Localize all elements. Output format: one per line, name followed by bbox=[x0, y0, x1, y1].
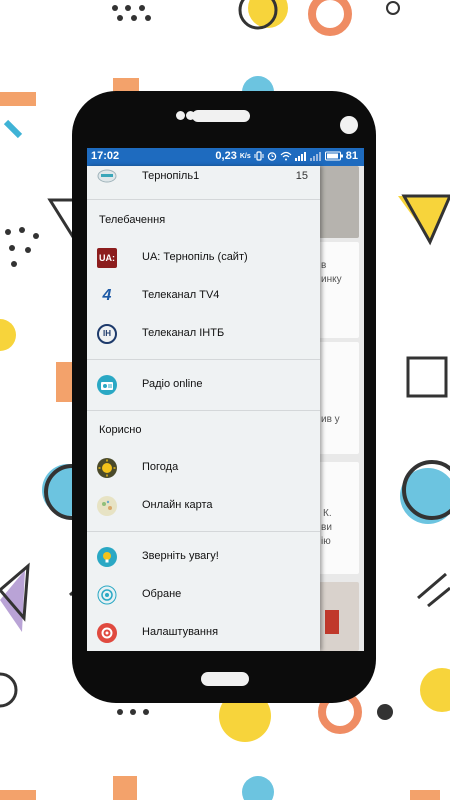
status-net-speed: 0,23 bbox=[215, 150, 237, 162]
drawer-item-label: Обране bbox=[142, 588, 182, 600]
settings-icon bbox=[97, 623, 117, 643]
lightbulb-icon bbox=[97, 547, 117, 567]
feed-card-text: К. bbox=[323, 508, 332, 519]
drawer-item-tv4[interactable]: 4 Телеканал TV4 bbox=[87, 279, 320, 313]
feed-card: К. ви ію bbox=[319, 462, 359, 574]
ua-tv-logo-icon: UA: bbox=[97, 248, 117, 268]
drawer-divider bbox=[87, 359, 320, 360]
feed-card: ив у bbox=[319, 342, 359, 454]
feed-card-text: ію bbox=[321, 536, 331, 547]
drawer-divider bbox=[87, 199, 320, 200]
feed-card-text: ив у bbox=[321, 414, 340, 425]
drawer-item-label: Телеканал ІНТБ bbox=[142, 327, 225, 339]
feed-card-text: ви bbox=[321, 522, 332, 533]
map-icon bbox=[97, 496, 117, 516]
signal-icon bbox=[294, 152, 306, 161]
feed-image-detail bbox=[325, 610, 339, 634]
drawer-item-intb[interactable]: IH Телеканал ІНТБ bbox=[87, 317, 320, 351]
drawer-item-label: Радіо online bbox=[142, 378, 203, 390]
intb-logo-icon: IH bbox=[97, 324, 117, 344]
signal-icon bbox=[309, 152, 321, 161]
phone-camera bbox=[340, 116, 358, 134]
drawer-item-label: Погода bbox=[142, 461, 179, 473]
phone-home-button[interactable] bbox=[201, 672, 249, 686]
background-feed: в инку ив у К. ви ію bbox=[319, 166, 364, 651]
phone-speaker bbox=[192, 110, 250, 122]
feed-image bbox=[319, 166, 359, 238]
drawer-item-weather[interactable]: Погода bbox=[87, 451, 320, 485]
vibrate-icon bbox=[254, 151, 264, 161]
alarm-icon bbox=[267, 152, 276, 161]
status-indicators: 0,23 K/s 81 bbox=[215, 150, 358, 162]
feed-card: в инку bbox=[319, 242, 359, 338]
drawer-item-label: Онлайн карта bbox=[142, 499, 213, 511]
section-title-tv: Телебачення bbox=[99, 214, 166, 226]
wifi-icon bbox=[280, 151, 292, 161]
drawer-item-label: Налаштування bbox=[142, 626, 219, 638]
drawer-item-ternopil1[interactable]: Тернопіль1 15 bbox=[87, 166, 320, 194]
drawer-item-settings[interactable]: Налаштування bbox=[87, 616, 320, 650]
city-icon bbox=[97, 169, 117, 183]
status-battery-level: 81 bbox=[345, 150, 358, 162]
drawer-item-attention[interactable]: Зверніть увагу! bbox=[87, 540, 320, 574]
drawer-item-label: Телеканал TV4 bbox=[142, 289, 220, 301]
feed-card-text: инку bbox=[321, 274, 342, 285]
status-net-unit: K/s bbox=[239, 152, 251, 160]
navigation-drawer: Тернопіль1 15 Телебачення UA: UA: Терноп… bbox=[87, 166, 320, 651]
status-bar: 17:02 0,23 K/s 81 bbox=[87, 148, 364, 166]
drawer-item-favorites[interactable]: Обране bbox=[87, 578, 320, 612]
feed-image bbox=[319, 582, 359, 651]
drawer-item-label: Зверніть увагу! bbox=[142, 550, 219, 562]
tv4-logo-icon: 4 bbox=[102, 287, 112, 304]
drawer-item-label: Тернопіль1 bbox=[142, 170, 200, 182]
sun-icon bbox=[97, 458, 117, 478]
drawer-item-ua-ternopil[interactable]: UA: UA: Тернопіль (сайт) bbox=[87, 241, 320, 275]
drawer-divider bbox=[87, 531, 320, 532]
section-title-useful: Корисно bbox=[99, 424, 142, 436]
battery-icon bbox=[324, 151, 343, 161]
radio-icon bbox=[97, 375, 117, 395]
drawer-item-label: UA: Тернопіль (сайт) bbox=[142, 251, 248, 263]
drawer-item-count: 15 bbox=[295, 170, 308, 182]
feed-card-text: в bbox=[321, 260, 327, 271]
favorite-icon bbox=[97, 585, 117, 605]
status-time: 17:02 bbox=[91, 150, 120, 162]
drawer-divider bbox=[87, 410, 320, 411]
drawer-item-radio[interactable]: Радіо online bbox=[87, 368, 320, 402]
phone-screen: в инку ив у К. ви ію 17:02 0,23 K/s 81 Т… bbox=[87, 148, 364, 651]
phone-sensor bbox=[176, 111, 185, 120]
drawer-item-online-map[interactable]: Онлайн карта bbox=[87, 489, 320, 523]
